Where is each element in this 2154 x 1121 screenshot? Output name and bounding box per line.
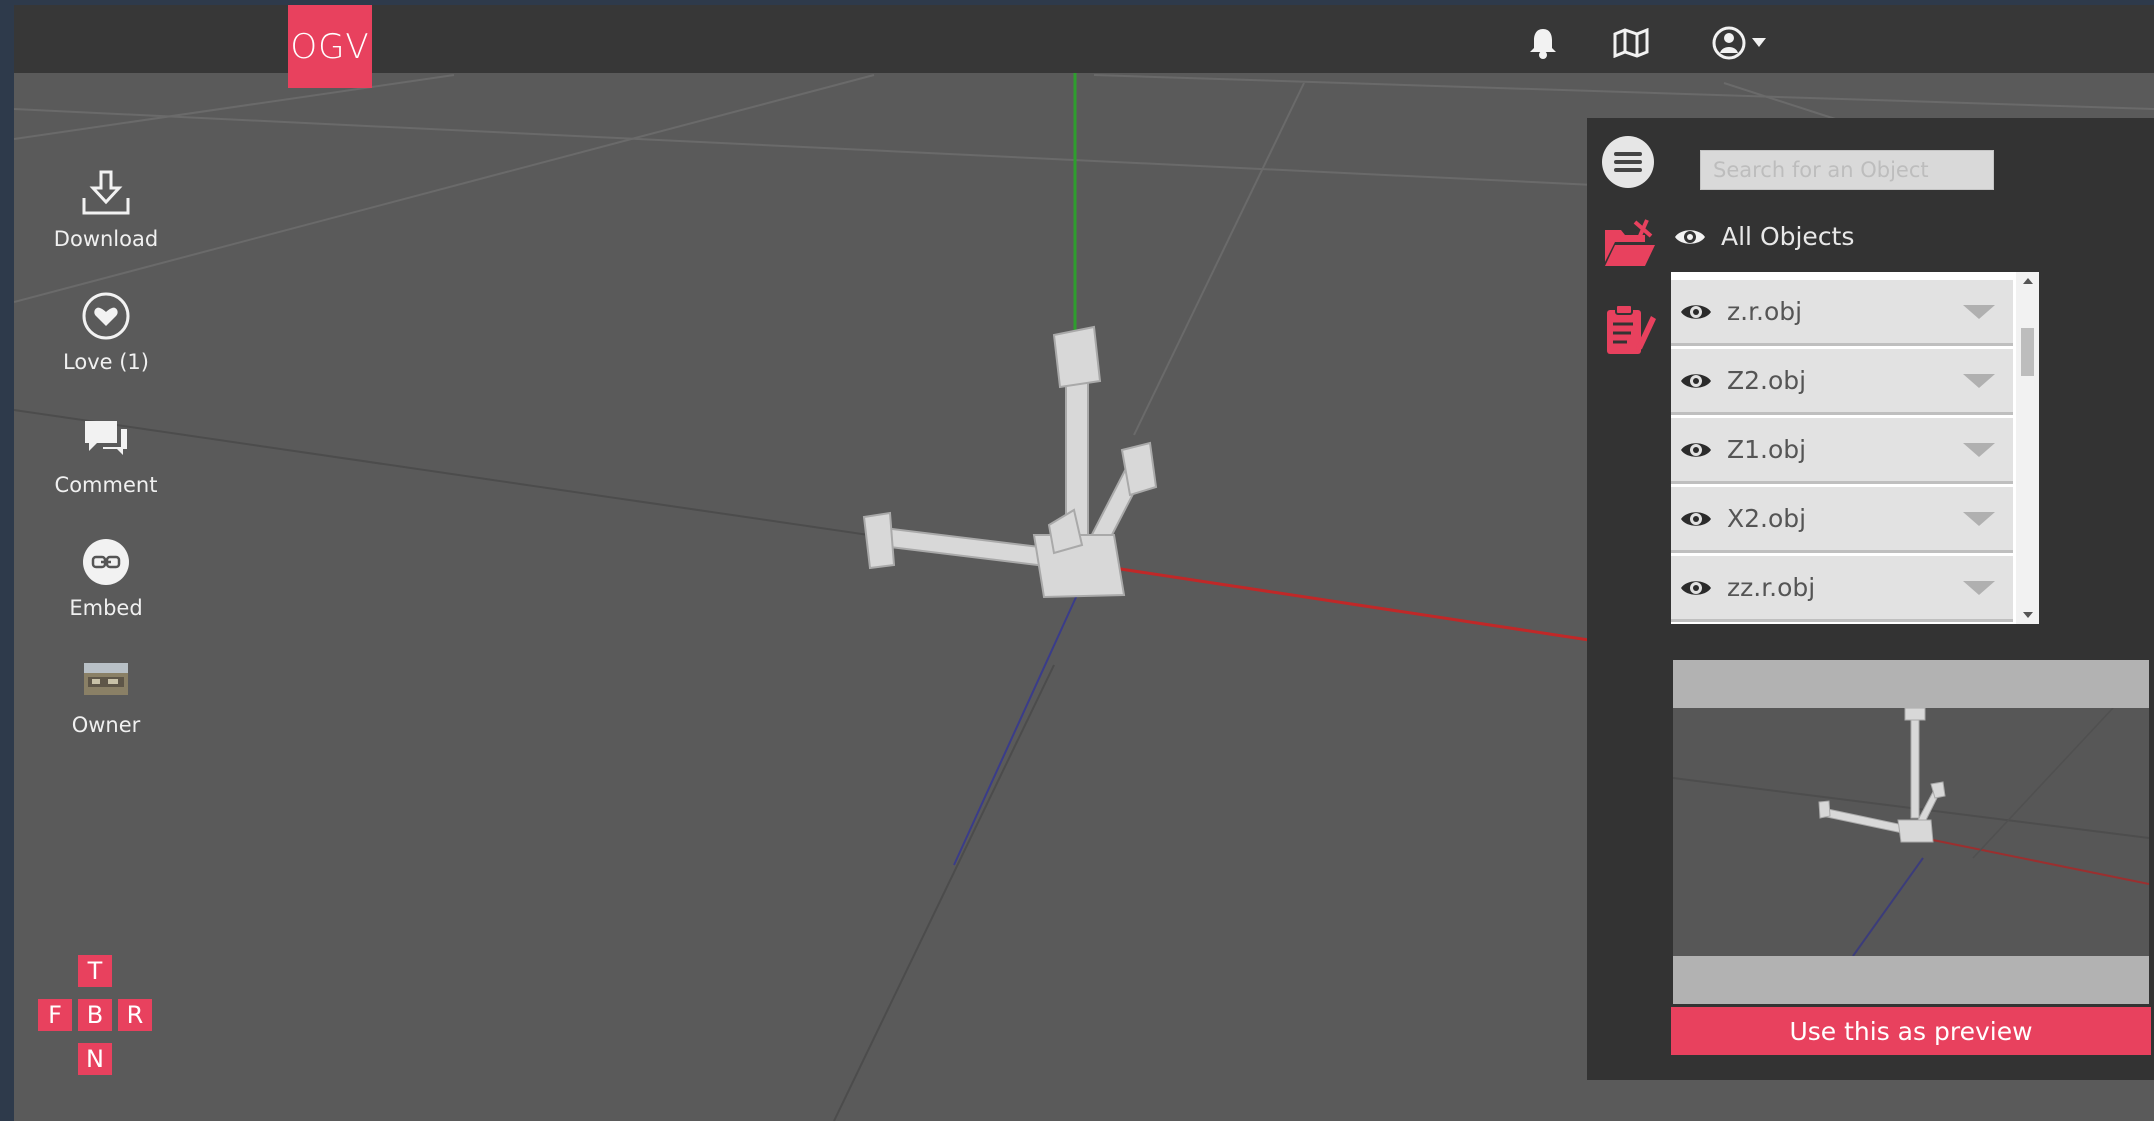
comment-button[interactable]: Comment [36,411,176,497]
chevron-down-icon[interactable] [1963,373,1995,388]
scroll-thumb[interactable] [2021,328,2034,376]
logo[interactable]: OGV [288,5,372,88]
all-objects-label: All Objects [1721,222,1855,251]
user-icon[interactable] [1709,23,1749,63]
object-name: X2.obj [1727,504,1807,533]
use-as-preview-button[interactable]: Use this as preview [1671,1007,2151,1055]
map-icon[interactable] [1611,23,1651,63]
chevron-down-icon[interactable] [1963,580,1995,595]
object-list[interactable]: z.r.obj Z2.obj Z1.obj X2.obj zz.r.obj [1671,272,2039,624]
all-objects-toggle[interactable]: All Objects [1673,222,1854,251]
owner-label: Owner [71,713,141,737]
bell-icon[interactable] [1523,23,1563,63]
eye-icon[interactable] [1679,370,1713,392]
object-name: zz.r.obj [1727,573,1816,602]
object-name: z.r.obj [1727,297,1803,326]
object-name: Z2.obj [1727,366,1807,395]
eye-icon[interactable] [1679,577,1713,599]
caret-down-icon[interactable] [1747,23,1771,63]
object-panel: All Objects z.r.obj Z2.obj Z1.obj X2.obj [1587,118,2154,1080]
owner-avatar [78,651,134,707]
view-right-button[interactable]: R [118,999,152,1031]
love-label: Love (1) [63,350,149,374]
download-icon [78,165,134,221]
menu-button[interactable] [1602,136,1654,188]
embed-icon [78,534,134,590]
eye-icon[interactable] [1679,439,1713,461]
eye-icon[interactable] [1679,508,1713,530]
preview-bottom-band [1673,956,2149,1004]
list-scrollbar[interactable] [2016,272,2039,624]
list-item[interactable]: z.r.obj [1671,280,2013,346]
scroll-up-icon[interactable] [2023,278,2033,284]
list-item[interactable]: Z2.obj [1671,349,2013,415]
owner-button[interactable]: Owner [36,651,176,737]
list-item[interactable]: Z1.obj [1671,418,2013,484]
scroll-down-icon[interactable] [2023,612,2033,618]
app-window: OGV Download Love (1) Comment Embed Owne… [14,5,2154,1121]
heart-icon [78,288,134,344]
view-top-button[interactable]: T [78,955,112,987]
search-input[interactable] [1700,150,1994,190]
object-name: Z1.obj [1727,435,1807,464]
love-button[interactable]: Love (1) [36,288,176,374]
preview-image [1673,660,2149,1004]
eye-icon [1675,229,1705,244]
embed-label: Embed [69,596,143,620]
view-front-button[interactable]: F [38,999,72,1031]
hamburger-icon [1614,152,1642,172]
list-item[interactable]: zz.r.obj [1671,556,2013,622]
comment-label: Comment [54,473,158,497]
comment-icon [78,411,134,467]
list-item[interactable]: X2.obj [1671,487,2013,553]
open-folder-icon[interactable] [1601,216,1657,272]
preview-top-band [1673,660,2149,708]
chevron-down-icon[interactable] [1963,442,1995,457]
eye-icon[interactable] [1679,301,1713,323]
download-button[interactable]: Download [36,165,176,251]
view-bottom-button[interactable]: N [78,1043,112,1075]
chevron-down-icon[interactable] [1963,304,1995,319]
preview-render [1673,708,2149,956]
embed-button[interactable]: Embed [36,534,176,620]
chevron-down-icon[interactable] [1963,511,1995,526]
download-label: Download [53,227,159,251]
view-back-button[interactable]: B [78,999,112,1031]
clipboard-edit-icon[interactable] [1601,302,1657,358]
